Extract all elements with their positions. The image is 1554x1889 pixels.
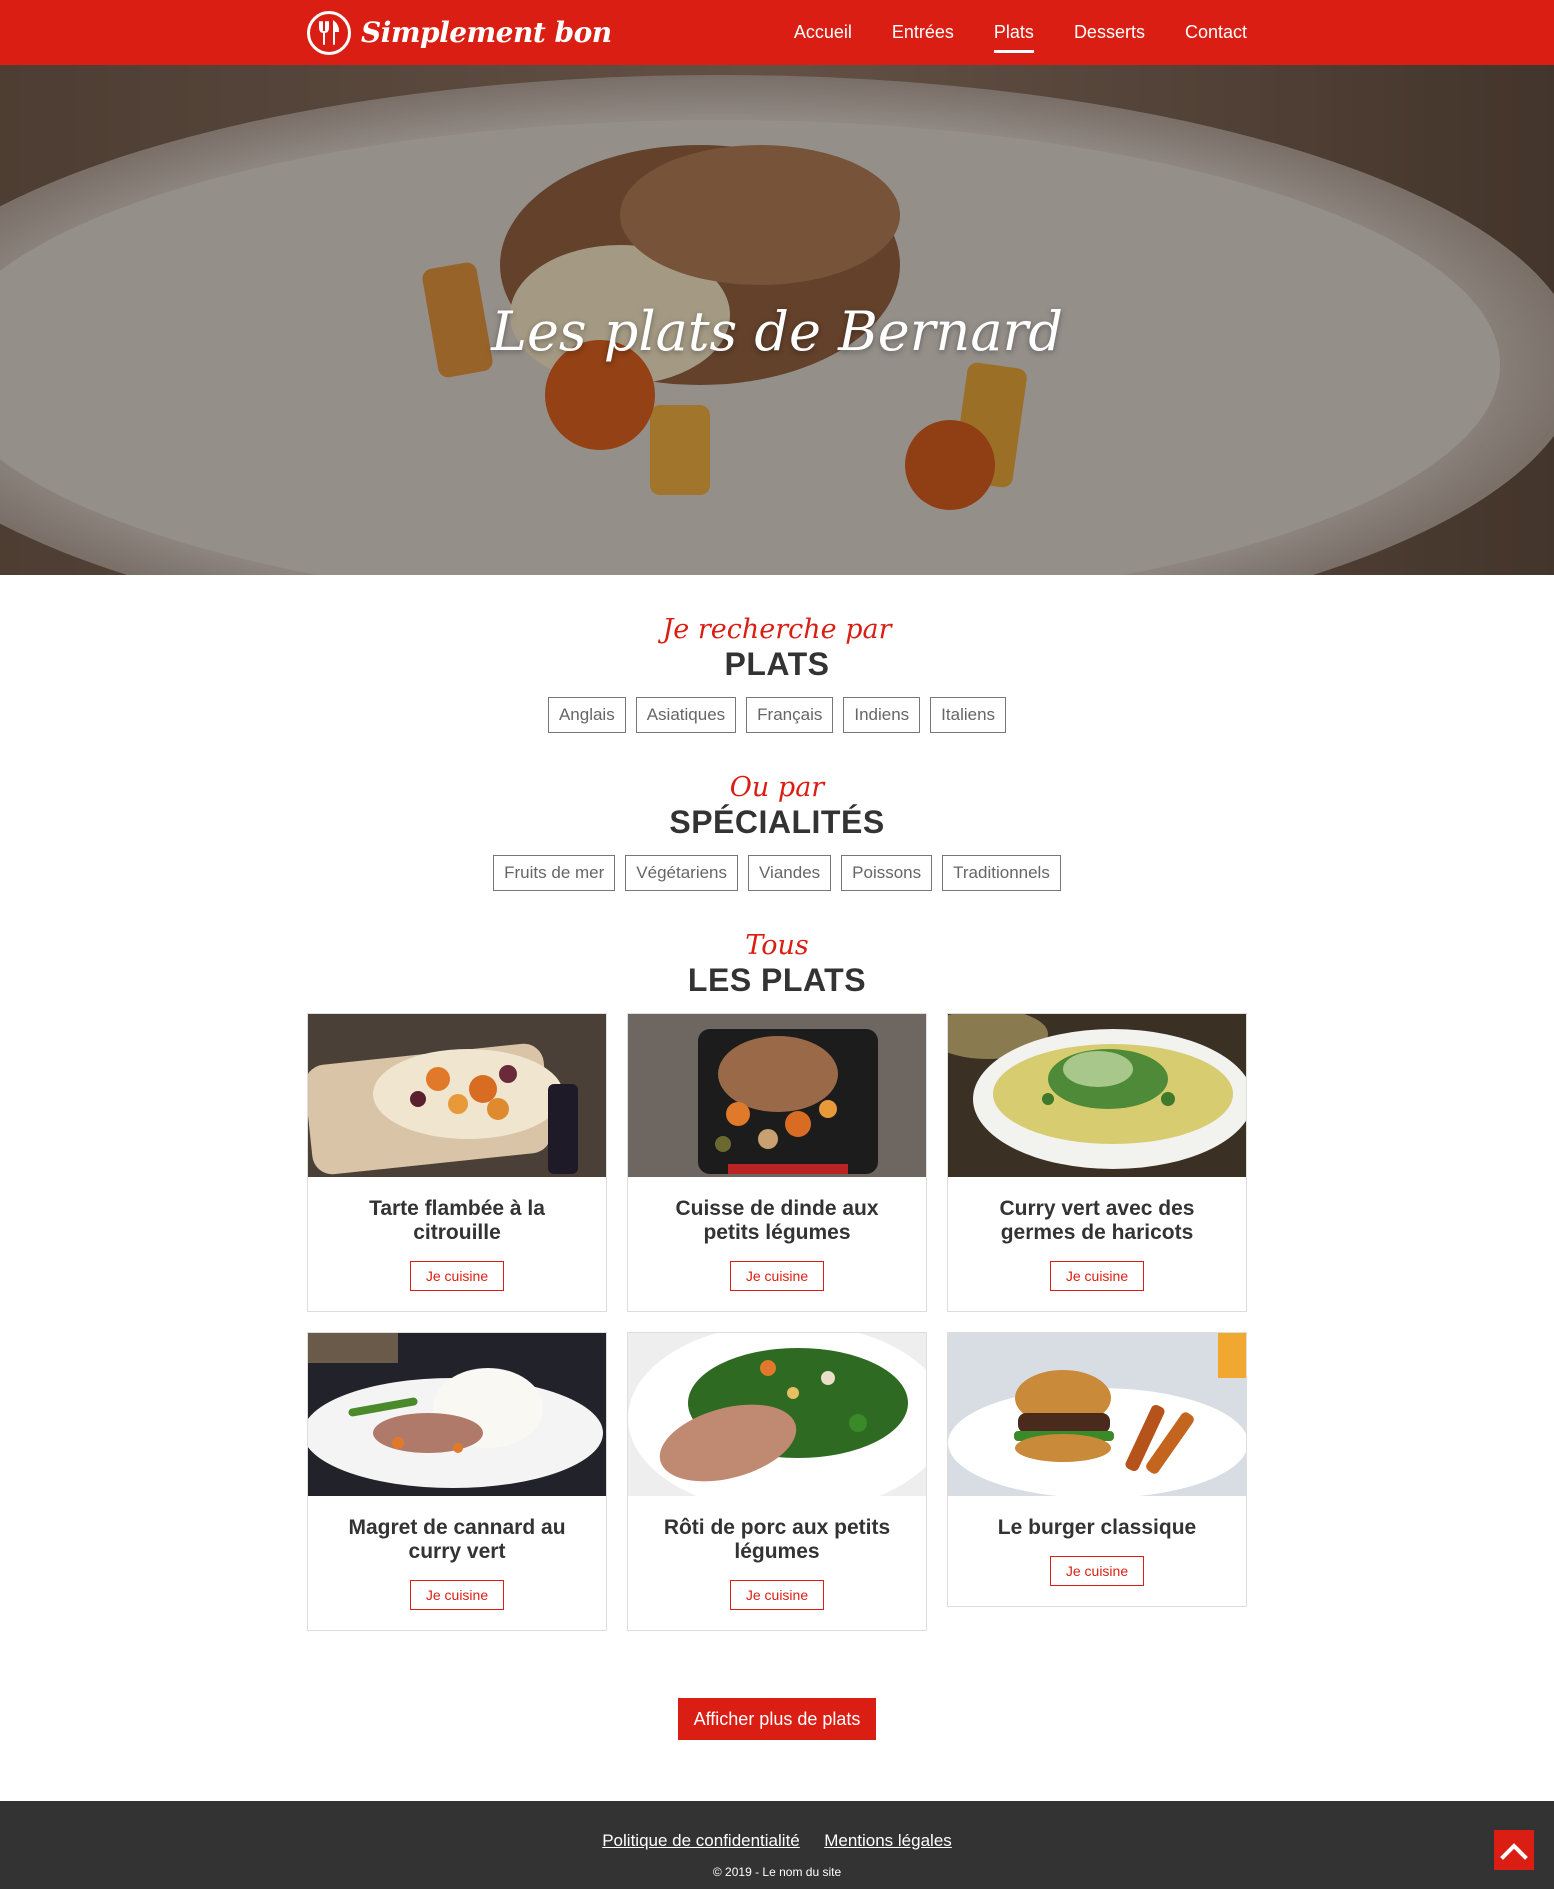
all-dishes-heading: Tous LES PLATS <box>0 930 1554 998</box>
logo-text: Simplement bon <box>361 16 612 49</box>
cook-button[interactable]: Je cuisine <box>729 1580 825 1610</box>
dish-title: Tarte flambée à la citrouille <box>369 1197 545 1244</box>
dish-image[interactable] <box>628 1014 926 1177</box>
filter-traditionnels[interactable]: Traditionnels <box>942 855 1061 891</box>
privacy-link[interactable]: Politique de confidentialité <box>602 1831 800 1850</box>
all-script: Tous <box>745 930 809 961</box>
dish-title: Cuisse de dinde aux petits légumes <box>675 1197 879 1244</box>
specialities-script: Ou par <box>729 772 825 803</box>
logo[interactable]: Simplement bon <box>307 10 612 55</box>
filter-asiatiques[interactable]: Asiatiques <box>635 697 737 733</box>
all-caps: LES PLATS <box>687 962 867 998</box>
filter-francais[interactable]: Français <box>746 697 834 733</box>
cook-button[interactable]: Je cuisine <box>729 1261 825 1291</box>
search-caps: PLATS <box>724 646 830 682</box>
search-heading: Je recherche par PLATS <box>0 614 1554 682</box>
nav-entrees[interactable]: Entrées <box>892 16 954 49</box>
footer-links: Politique de confidentialité Mentions lé… <box>0 1831 1554 1851</box>
dish-card: Curry vert avec des germes de haricots J… <box>947 1013 1247 1312</box>
filter-vegetariens[interactable]: Végétariens <box>625 855 739 891</box>
cook-button[interactable]: Je cuisine <box>1049 1261 1145 1291</box>
filter-viandes[interactable]: Viandes <box>748 855 832 891</box>
filter-fruits-de-mer[interactable]: Fruits de mer <box>493 855 616 891</box>
legal-link[interactable]: Mentions légales <box>824 1831 952 1850</box>
cook-button[interactable]: Je cuisine <box>1049 1556 1145 1586</box>
dish-card: Cuisse de dinde aux petits légumes Je cu… <box>627 1013 927 1312</box>
dish-card: Tarte flambée à la citrouille Je cuisine <box>307 1013 607 1312</box>
copyright: © 2019 - Le nom du site <box>712 1865 842 1879</box>
main-nav: Accueil Entrées Plats Desserts Contact <box>754 0 1247 65</box>
dish-image[interactable] <box>948 1014 1246 1177</box>
chevron-up-icon <box>1500 1843 1528 1860</box>
dish-image[interactable] <box>308 1333 606 1496</box>
dish-card: Magret de cannard au curry vert Je cuisi… <box>307 1332 607 1631</box>
dish-image[interactable] <box>948 1333 1246 1496</box>
filter-italiens[interactable]: Italiens <box>930 697 1007 733</box>
filter-poissons[interactable]: Poissons <box>841 855 933 891</box>
site-header: Simplement bon Accueil Entrées Plats Des… <box>0 0 1554 65</box>
search-script: Je recherche par <box>662 614 892 645</box>
nav-desserts[interactable]: Desserts <box>1074 16 1145 49</box>
show-more-button[interactable]: Afficher plus de plats <box>678 1698 876 1740</box>
filter-anglais[interactable]: Anglais <box>547 697 626 733</box>
specialities-caps: SPÉCIALITÉS <box>669 804 885 840</box>
back-to-top-button[interactable] <box>1494 1830 1534 1870</box>
dish-title: Magret de cannard au curry vert <box>348 1516 566 1563</box>
nav-plats[interactable]: Plats <box>993 16 1034 53</box>
dish-card: Rôti de porc aux petits légumes Je cuisi… <box>627 1332 927 1631</box>
dish-title: Curry vert avec des germes de haricots <box>999 1197 1195 1244</box>
dish-card: Le burger classique Je cuisine <box>947 1332 1247 1607</box>
hero-title: Les plats de Bernard <box>491 300 1063 363</box>
cook-button[interactable]: Je cuisine <box>409 1580 505 1610</box>
plats-filters: Anglais Asiatiques Français Indiens Ital… <box>0 697 1554 733</box>
nav-contact[interactable]: Contact <box>1185 16 1247 49</box>
hero-banner: Les plats de Bernard <box>0 65 1554 575</box>
dish-grid: Tarte flambée à la citrouille Je cuisine… <box>307 1013 1247 1631</box>
nav-accueil[interactable]: Accueil <box>794 16 852 49</box>
dish-image[interactable] <box>308 1014 606 1177</box>
specialities-filters: Fruits de mer Végétariens Viandes Poisso… <box>0 855 1554 891</box>
cook-button[interactable]: Je cuisine <box>409 1261 505 1291</box>
filter-indiens[interactable]: Indiens <box>843 697 921 733</box>
site-footer: Politique de confidentialité Mentions lé… <box>0 1801 1554 1889</box>
dish-image[interactable] <box>628 1333 926 1496</box>
dish-title: Le burger classique <box>997 1516 1197 1539</box>
fork-knife-icon <box>307 10 351 55</box>
dish-title: Rôti de porc aux petits légumes <box>663 1516 891 1563</box>
specialities-heading: Ou par SPÉCIALITÉS <box>0 772 1554 840</box>
